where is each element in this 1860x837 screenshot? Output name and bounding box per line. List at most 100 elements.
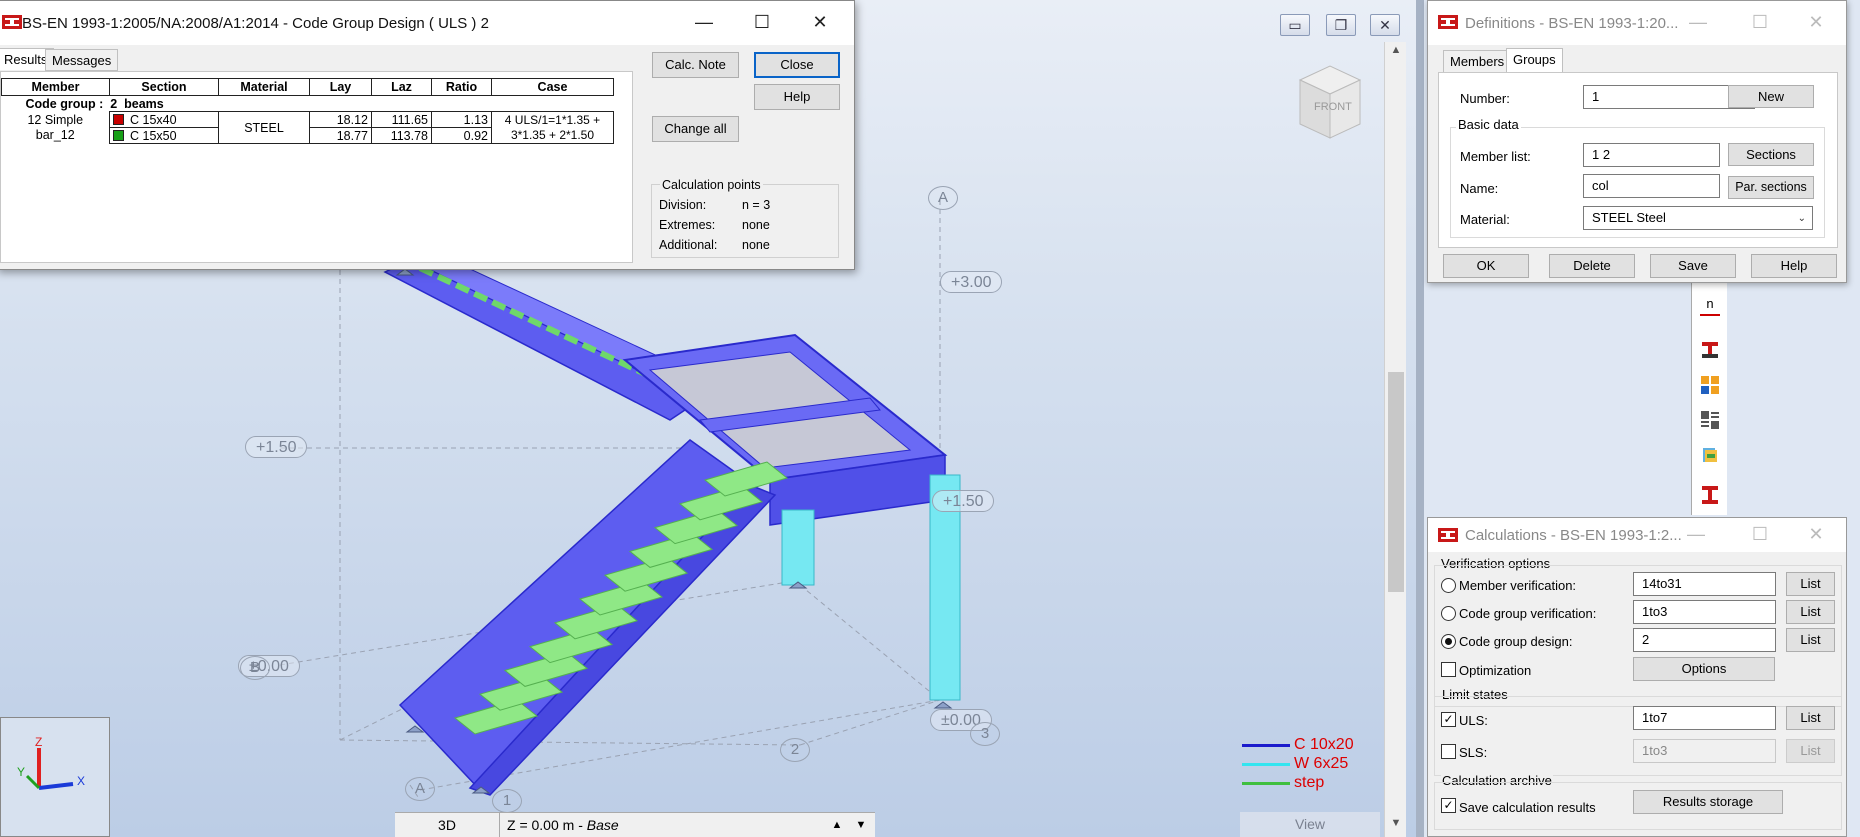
calc-note-button[interactable]: Calc. Note — [652, 52, 739, 78]
close-icon[interactable]: ✕ — [1796, 521, 1836, 549]
level-up-icon[interactable]: ▲ — [827, 816, 847, 835]
level-selector[interactable]: Z = 0.00 m - Base — [507, 813, 619, 837]
minimize-icon[interactable]: — — [1678, 9, 1718, 37]
member-list-input[interactable]: 1 2 — [1583, 143, 1720, 167]
code-group-design-dialog: BS-EN 1993-1:2005/NA:2008/A1:2014 - Code… — [0, 0, 855, 270]
scroll-down-arrow-icon[interactable]: ▼ — [1385, 817, 1407, 835]
code-group-verification-input[interactable]: 1to3 — [1633, 600, 1776, 624]
number-value: 1 — [1592, 89, 1600, 104]
number-label: Number: — [1460, 91, 1510, 106]
optimization-checkbox[interactable] — [1441, 662, 1456, 677]
optimization-label: Optimization — [1459, 663, 1532, 678]
column-header: Case — [491, 78, 614, 96]
material-combo[interactable]: STEEL Steel ⌄ — [1583, 206, 1813, 230]
axis-y-label: Y — [17, 765, 25, 779]
options-button[interactable]: Options — [1633, 657, 1775, 681]
view-button[interactable]: View — [1240, 812, 1380, 837]
code-group-design-input[interactable]: 2 — [1633, 628, 1776, 652]
results-storage-button[interactable]: Results storage — [1633, 790, 1783, 814]
close-button[interactable]: Close — [754, 52, 840, 78]
level-down-icon[interactable]: ▼ — [851, 816, 871, 835]
dialog-titlebar: Calculations - BS-EN 1993-1:2... — ☐ ✕ — [1428, 518, 1846, 552]
section-cell[interactable]: C 15x40 — [109, 111, 219, 128]
par-sections-button[interactable]: Par. sections — [1728, 176, 1814, 199]
maximize-icon[interactable]: ☐ — [742, 9, 782, 37]
sls-list-button[interactable]: List — [1786, 739, 1835, 763]
stack-icon[interactable] — [1700, 445, 1720, 465]
legend-item: C 10x20 — [1242, 735, 1392, 754]
viewport-close-button[interactable]: ✕ — [1370, 14, 1400, 36]
help-button[interactable]: Help — [1751, 254, 1837, 278]
section-value: C 15x50 — [130, 128, 177, 143]
code-group-design-list-button[interactable]: List — [1786, 628, 1835, 652]
delete-button[interactable]: Delete — [1549, 254, 1635, 278]
dialog-titlebar: Definitions - BS-EN 1993-1:20... — ☐ ✕ — [1428, 1, 1846, 45]
panel-separator — [1416, 0, 1424, 837]
new-button[interactable]: New — [1728, 85, 1814, 108]
save-button[interactable]: Save — [1650, 254, 1736, 278]
legend-line — [1242, 782, 1290, 785]
uls-checkbox[interactable]: ✓ — [1441, 712, 1456, 727]
maximize-icon[interactable]: ☐ — [1740, 9, 1780, 37]
group-row: Code group : 2 beams — [2, 96, 614, 112]
legend-label: W 6x25 — [1294, 755, 1349, 772]
additional-label: Additional: — [659, 238, 718, 252]
column-header: Laz — [371, 78, 432, 96]
dialog-title: Calculations - BS-EN 1993-1:2... — [1465, 527, 1682, 544]
i-beam-icon[interactable] — [1700, 485, 1720, 505]
table-row[interactable]: 12 Simple bar_12 C 15x40 STEEL 18.12 111… — [2, 111, 614, 144]
section-legend: C 10x20 W 6x25 step — [1242, 735, 1392, 792]
steel-member-icon[interactable] — [1700, 340, 1720, 360]
definitions-dialog: Definitions - BS-EN 1993-1:20... — ☐ ✕ M… — [1427, 0, 1847, 283]
sections-button[interactable]: Sections — [1728, 143, 1814, 166]
code-group-design-label: Code group design: — [1459, 634, 1573, 649]
uls-list-button[interactable]: List — [1786, 706, 1835, 730]
sls-checkbox[interactable] — [1441, 744, 1456, 759]
tab-members[interactable]: Members — [1443, 50, 1512, 73]
scroll-thumb[interactable] — [1388, 372, 1404, 592]
code-group-design-radio[interactable] — [1441, 634, 1456, 649]
close-icon[interactable]: ✕ — [800, 9, 840, 37]
name-input[interactable]: col — [1583, 174, 1720, 198]
view-mode-3d[interactable]: 3D — [395, 813, 500, 837]
column-header: Ratio — [431, 78, 492, 96]
tool-strip: n — [1691, 280, 1727, 515]
code-group-verification-list-button[interactable]: List — [1786, 600, 1835, 624]
list-grid-icon[interactable] — [1700, 410, 1720, 430]
extremes-value: none — [742, 218, 770, 232]
tab-groups[interactable]: Groups — [1506, 48, 1563, 73]
maximize-icon[interactable]: ☐ — [1740, 521, 1780, 549]
minimize-icon[interactable]: — — [1676, 521, 1716, 549]
section-cell[interactable]: C 15x50 — [109, 127, 219, 144]
viewport-minimize-button[interactable]: ▭ — [1280, 14, 1310, 36]
group-label: Code group : — [25, 96, 104, 111]
lay-cell: 18.12 — [309, 111, 372, 128]
member-verification-list-button[interactable]: List — [1786, 572, 1835, 596]
sls-input[interactable]: 1to3 — [1633, 739, 1776, 763]
change-all-button[interactable]: Change all — [652, 116, 739, 142]
code-group-verification-radio[interactable] — [1441, 606, 1456, 621]
results-panel: Member Section Material Lay Laz Ratio Ca… — [0, 71, 633, 263]
orange-grid-icon[interactable] — [1700, 375, 1720, 395]
scroll-up-arrow-icon[interactable]: ▲ — [1385, 44, 1407, 62]
member-verification-radio[interactable] — [1441, 578, 1456, 593]
tab-messages[interactable]: Messages — [45, 49, 119, 71]
chevron-down-icon: ⌄ — [1797, 213, 1806, 224]
nav-cube[interactable]: FRONT — [1298, 65, 1362, 139]
material-value: STEEL Steel — [1592, 210, 1666, 225]
sls-label: SLS: — [1459, 745, 1488, 760]
group-name: beams — [124, 96, 164, 111]
member-line2: bar_12 — [35, 127, 75, 142]
ok-button[interactable]: OK — [1443, 254, 1529, 278]
tool-n-icon[interactable]: n — [1700, 296, 1720, 316]
viewport-scrollbar[interactable]: ▲ ▼ — [1384, 42, 1406, 837]
group-number: 2 — [110, 96, 118, 111]
viewport-restore-button[interactable]: ❐ — [1326, 14, 1356, 36]
uls-input[interactable]: 1to7 — [1633, 706, 1776, 730]
help-button[interactable]: Help — [754, 84, 840, 110]
save-results-checkbox[interactable]: ✓ — [1441, 798, 1456, 813]
minimize-icon[interactable]: — — [684, 9, 724, 37]
level-name: Base — [586, 817, 619, 833]
close-icon[interactable]: ✕ — [1796, 9, 1836, 37]
member-verification-input[interactable]: 14to31 — [1633, 572, 1776, 596]
